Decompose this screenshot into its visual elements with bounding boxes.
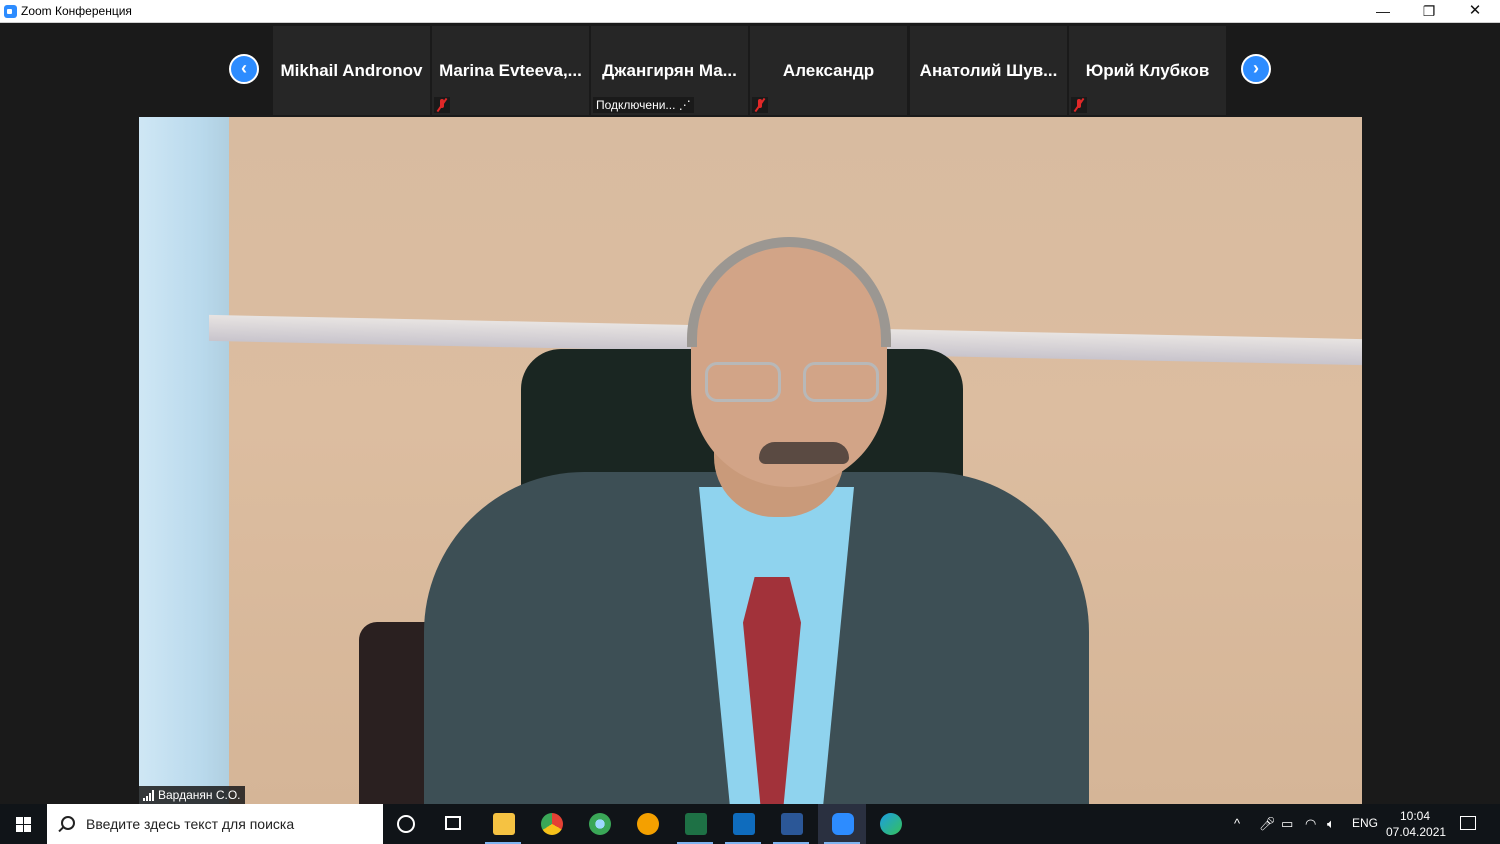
- zoom-app-icon: [4, 5, 17, 18]
- task-view-icon: [445, 816, 461, 830]
- taskbar-app-file-explorer[interactable]: [479, 804, 527, 844]
- participant-tile[interactable]: Mikhail Andronov: [273, 26, 430, 115]
- taskbar-app-excel[interactable]: [671, 804, 719, 844]
- taskbar-app-1c[interactable]: [623, 804, 671, 844]
- edge-icon: [880, 813, 902, 835]
- show-hidden-icons-chevron-icon[interactable]: ^: [1234, 816, 1240, 831]
- participant-tile[interactable]: Александр: [750, 26, 907, 115]
- cortana-button[interactable]: [383, 804, 431, 844]
- input-language-indicator[interactable]: ENG: [1352, 816, 1378, 830]
- clock-time: 10:04: [1399, 809, 1431, 823]
- clock-date: 07.04.2021: [1386, 825, 1447, 839]
- video-doorframe: [139, 117, 229, 804]
- participant-name: Юрий Клубков: [1085, 61, 1210, 80]
- participant-tile[interactable]: Marina Evteeva,...: [432, 26, 589, 115]
- notifications-icon[interactable]: [1460, 816, 1476, 830]
- video-person-glasses: [705, 362, 879, 406]
- search-icon: [61, 816, 75, 830]
- zoom-icon: [832, 813, 854, 835]
- previous-page-button[interactable]: ‹: [229, 54, 259, 84]
- participant-tile[interactable]: Юрий Клубков: [1069, 26, 1226, 115]
- connection-status: Подключени... ⋰: [593, 97, 694, 113]
- participant-tile[interactable]: Джангирян Ма... Подключени... ⋰: [591, 26, 748, 115]
- active-speaker-video[interactable]: Варданян С.О.: [139, 117, 1362, 804]
- battery-icon[interactable]: ▭: [1281, 816, 1293, 832]
- participant-name: Джангирян Ма...: [602, 61, 737, 80]
- taskbar-search-box[interactable]: Введите здесь текст для поиска: [47, 804, 383, 844]
- muted-mic-icon: [752, 97, 768, 113]
- taskbar-clock[interactable]: 10:04 07.04.2021: [1386, 808, 1447, 840]
- taskbar-app-edge[interactable]: [866, 804, 914, 844]
- excel-icon: [685, 813, 707, 835]
- taskbar-app-chrome[interactable]: [527, 804, 575, 844]
- next-page-button[interactable]: ›: [1241, 54, 1271, 84]
- windows-logo-icon: [16, 817, 31, 832]
- participant-tile[interactable]: Анатолий Шув...: [910, 26, 1067, 115]
- microphone-icon[interactable]: 🎤︎: [1259, 816, 1276, 832]
- participant-name: Анатолий Шув...: [919, 61, 1058, 80]
- participant-name: Marina Evteeva,...: [439, 61, 582, 80]
- signal-strength-icon: [143, 789, 154, 801]
- muted-mic-icon: [434, 97, 450, 113]
- cortana-icon: [397, 815, 415, 833]
- taskbar-app-word[interactable]: [767, 804, 815, 844]
- restore-button[interactable]: ❐: [1406, 0, 1452, 22]
- taskbar-app-zoom[interactable]: [818, 804, 866, 844]
- speaker-name: Варданян С.О.: [158, 788, 241, 802]
- word-icon: [781, 813, 803, 835]
- search-placeholder: Введите здесь текст для поиска: [86, 816, 295, 832]
- taskbar-app-outlook[interactable]: [719, 804, 767, 844]
- participant-name: Mikhail Andronov: [280, 61, 423, 80]
- window-title-bar: Zoom Конференция — ❐ ✕: [0, 0, 1500, 23]
- file-explorer-icon: [493, 813, 515, 835]
- speaker-name-label: Варданян С.О.: [139, 786, 245, 804]
- chrome-icon: [541, 813, 563, 835]
- minimize-button[interactable]: —: [1360, 0, 1406, 22]
- volume-icon[interactable]: 🔈︎: [1327, 816, 1335, 832]
- network-icon[interactable]: ◠: [1305, 816, 1316, 832]
- globe-app-icon: [589, 813, 611, 835]
- task-view-button[interactable]: [431, 804, 479, 844]
- 1c-icon: [637, 813, 659, 835]
- taskbar-app-globe[interactable]: [575, 804, 623, 844]
- video-person-mustache: [759, 442, 849, 464]
- participant-name: Александр: [782, 61, 875, 80]
- windows-taskbar: Введите здесь текст для поиска ^ 🎤︎ ▭ ◠ …: [0, 804, 1500, 844]
- close-button[interactable]: ✕: [1452, 0, 1498, 22]
- outlook-icon: [733, 813, 755, 835]
- muted-mic-icon: [1071, 97, 1087, 113]
- start-button[interactable]: [0, 804, 47, 844]
- participant-strip: ‹ Mikhail Andronov Marina Evteeva,... Дж…: [0, 23, 1500, 117]
- window-title: Zoom Конференция: [21, 4, 132, 18]
